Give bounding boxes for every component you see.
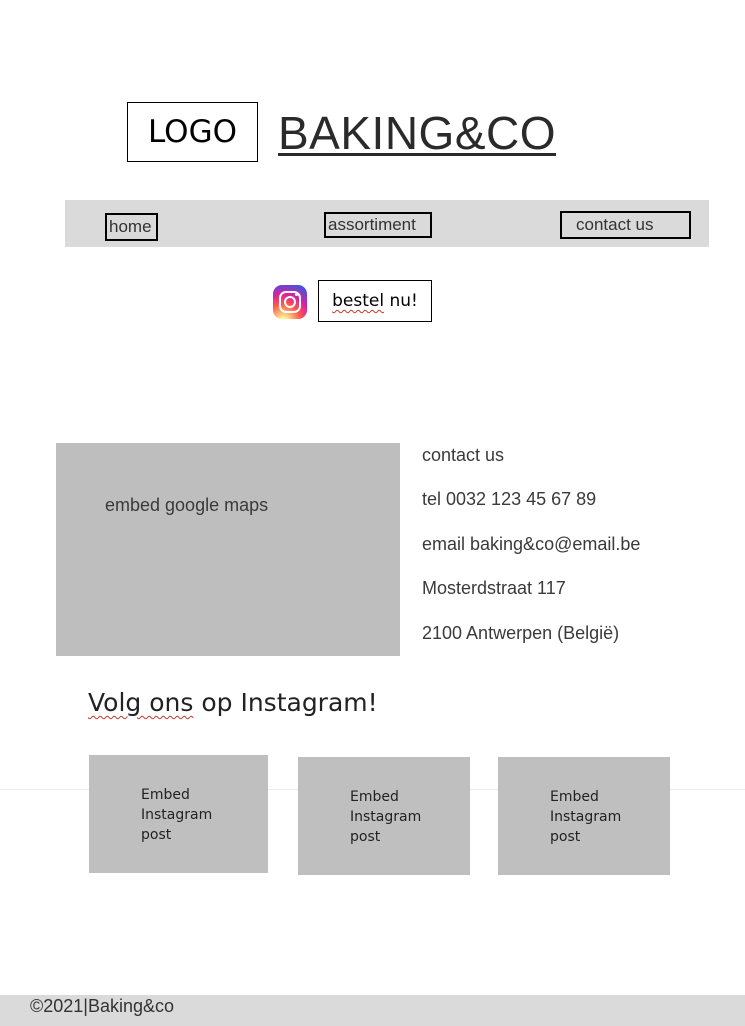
brand-title: BAKING&CO xyxy=(278,107,557,159)
order-now-button[interactable]: bestel nu! xyxy=(318,280,432,322)
instagram-section-title: Volg ons op Instagram! xyxy=(88,688,378,717)
post-label: Embed Instagram post xyxy=(141,785,231,845)
contact-heading: contact us xyxy=(422,445,505,465)
instagram-title-rest: op Instagram! xyxy=(193,688,378,717)
instagram-icon[interactable] xyxy=(273,285,307,319)
instagram-icon-lens xyxy=(284,296,296,308)
post-label-line: Embed xyxy=(141,787,190,803)
contact-street: Mosterdstraat 117 xyxy=(422,578,566,598)
copyright-text: ©2021|Baking&co xyxy=(30,996,175,1016)
contact-email: email baking&co@email.be xyxy=(422,534,641,554)
main-navbar: home assortiment contact us xyxy=(65,200,709,247)
instagram-post-placeholder[interactable]: Embed Instagram post xyxy=(298,757,470,875)
instagram-post-placeholder[interactable]: Embed Instagram post xyxy=(498,757,670,875)
order-now-word: bestel xyxy=(332,291,385,311)
post-label-line: Instagram xyxy=(350,809,422,825)
order-now-rest: nu! xyxy=(384,291,418,311)
contact-city: 2100 Antwerpen (België) xyxy=(422,623,620,643)
post-label-line: Embed xyxy=(550,789,599,805)
map-placeholder-label: embed google maps xyxy=(105,495,269,515)
post-label: Embed Instagram post xyxy=(350,787,440,847)
post-label-line: post xyxy=(141,827,172,843)
logo[interactable]: LOGO xyxy=(127,102,258,162)
instagram-icon-dot xyxy=(295,293,298,296)
logo-label: LOGO xyxy=(148,114,237,150)
nav-item-home[interactable]: home xyxy=(105,213,158,241)
post-label-line: post xyxy=(550,829,581,845)
post-label: Embed Instagram post xyxy=(550,787,640,847)
instagram-title-word: Volg ons xyxy=(88,688,194,717)
post-label-line: post xyxy=(350,829,381,845)
post-label-line: Instagram xyxy=(141,807,213,823)
nav-item-contact[interactable]: contact us xyxy=(560,211,691,239)
nav-item-assortment[interactable]: assortiment xyxy=(324,212,432,238)
post-label-line: Embed xyxy=(350,789,399,805)
instagram-post-placeholder[interactable]: Embed Instagram post xyxy=(89,755,268,873)
post-label-line: Instagram xyxy=(550,809,622,825)
page-footer: ©2021|Baking&co xyxy=(0,995,745,1026)
contact-phone: tel 0032 123 45 67 89 xyxy=(422,489,597,509)
google-maps-placeholder[interactable]: embed google maps xyxy=(56,443,400,656)
